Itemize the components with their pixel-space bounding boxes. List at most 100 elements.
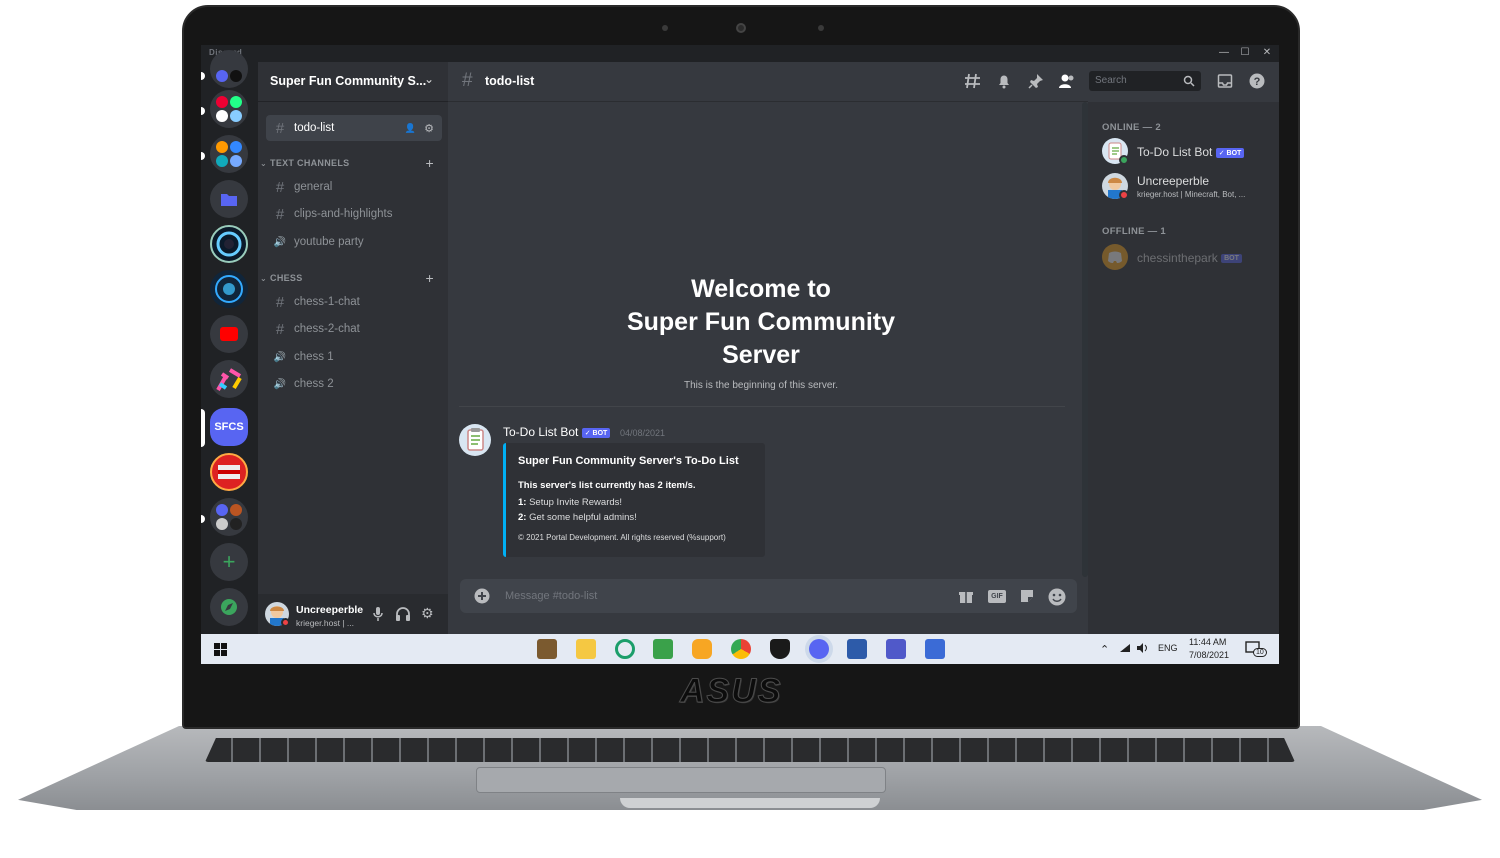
create-invite-icon[interactable]: 👤 <box>405 123 416 134</box>
bell-icon[interactable] <box>994 73 1014 91</box>
emoji-icon[interactable] <box>1048 588 1066 606</box>
category-chess[interactable]: ⌄ CHESS + <box>260 270 440 286</box>
message-embed: Super Fun Community Server's To-Do List … <box>503 443 765 557</box>
close-button[interactable]: ✕ <box>1259 46 1275 60</box>
offline-header: OFFLINE — 1 <box>1102 226 1166 237</box>
chat-header: # todo-list <box>448 62 1088 102</box>
server-icon[interactable] <box>210 360 248 398</box>
folder-icon[interactable] <box>210 180 248 218</box>
hash-icon: # <box>275 178 285 196</box>
welcome-line: Server <box>722 341 800 369</box>
chrome-icon[interactable] <box>731 639 751 659</box>
server-folder-icon[interactable] <box>210 90 248 128</box>
teams-icon[interactable] <box>886 639 906 659</box>
app-icon[interactable] <box>615 639 635 659</box>
server-folder-icon[interactable] <box>210 135 248 173</box>
pin-icon[interactable] <box>1026 73 1046 91</box>
unread-indicator <box>201 515 205 523</box>
maximize-button[interactable]: ☐ <box>1237 46 1253 60</box>
server-icon[interactable] <box>210 453 248 491</box>
server-icon-sfcs[interactable]: SFCS <box>210 408 248 446</box>
touchpad <box>476 767 886 793</box>
channel-clips-and-highlights[interactable]: # clips-and-highlights <box>266 201 442 227</box>
unread-indicator <box>201 152 205 160</box>
voice-channel-chess-1[interactable]: 🔊 chess 1 <box>266 344 442 370</box>
server-rail: SFCS + <box>201 50 258 634</box>
help-icon[interactable]: ? <box>1247 73 1267 91</box>
youtube-server-icon[interactable] <box>210 315 248 353</box>
member-activity: krieger.host | Minecraft, Bot, ... <box>1137 190 1246 199</box>
discord-default-avatar <box>1102 244 1128 270</box>
asus-logo: ASUS <box>680 672 783 711</box>
voice-channel-youtube-party[interactable]: 🔊 youtube party <box>266 229 442 255</box>
member-list-icon[interactable] <box>1057 73 1077 91</box>
wifi-icon[interactable] <box>1119 643 1131 655</box>
title-bar: Discord — ☐ ✕ <box>201 45 1279 62</box>
volume-icon[interactable] <box>1136 643 1148 655</box>
channel-title: todo-list <box>485 74 535 88</box>
message-author[interactable]: To-Do List Bot ✓ BOT <box>503 425 611 439</box>
user-panel: Uncreeperble krieger.host | ... ⚙ <box>258 594 448 634</box>
file-explorer-icon[interactable] <box>576 639 596 659</box>
headphones-icon[interactable] <box>395 606 411 622</box>
category-label: TEXT CHANNELS <box>270 158 350 168</box>
show-hidden-icons-icon[interactable]: ⌃ <box>1100 643 1109 656</box>
clock-date[interactable]: 7/08/2021 <box>1189 650 1229 660</box>
channel-chess-2-chat[interactable]: # chess-2-chat <box>266 316 442 342</box>
microphone-icon[interactable] <box>372 606 384 622</box>
channel-label: chess-1-chat <box>294 296 360 308</box>
channel-label: general <box>294 181 333 193</box>
server-header[interactable]: Super Fun Community S... ⌄ <box>258 62 448 102</box>
app-icon[interactable] <box>925 639 945 659</box>
add-attachment-icon[interactable] <box>474 588 490 609</box>
search-input[interactable]: Search <box>1089 71 1201 91</box>
sticker-icon[interactable] <box>1018 588 1036 604</box>
windows-start-icon[interactable] <box>214 643 227 661</box>
speaker-icon: 🔊 <box>273 236 287 248</box>
online-status-icon <box>1119 155 1129 165</box>
server-icon[interactable] <box>210 50 248 88</box>
language-indicator[interactable]: ENG <box>1158 643 1178 653</box>
add-channel-button[interactable]: + <box>426 270 434 286</box>
channel-chess-1-chat[interactable]: # chess-1-chat <box>266 289 442 315</box>
compass-icon <box>221 599 237 615</box>
gif-button[interactable]: GIF <box>988 590 1006 603</box>
gear-icon[interactable]: ⚙ <box>424 122 434 135</box>
discord-icon[interactable] <box>809 639 829 659</box>
notification-count: 10 <box>1253 648 1267 657</box>
add-channel-button[interactable]: + <box>426 155 434 171</box>
welcome-line: Super Fun Community <box>626 308 896 336</box>
voice-channel-chess-2[interactable]: 🔊 chess 2 <box>266 371 442 397</box>
server-icon[interactable] <box>210 225 248 263</box>
app-icon[interactable] <box>653 639 673 659</box>
embed-title: Super Fun Community Server's To-Do List <box>518 455 739 467</box>
message-timestamp: 04/08/2021 <box>620 428 666 438</box>
keyboard <box>205 738 1295 762</box>
app-icon[interactable] <box>770 639 790 659</box>
welcome-line: Welcome to <box>691 275 831 303</box>
inbox-icon[interactable] <box>1215 73 1235 91</box>
category-text-channels[interactable]: ⌄ TEXT CHANNELS + <box>260 155 440 171</box>
bot-avatar[interactable] <box>459 424 491 456</box>
minimize-button[interactable]: — <box>1216 46 1232 60</box>
bot-badge: ✓ BOT <box>1215 147 1245 158</box>
explore-servers-button[interactable] <box>210 588 248 626</box>
gift-icon[interactable] <box>957 588 975 604</box>
user-settings-gear-icon[interactable]: ⚙ <box>421 605 434 622</box>
add-server-button[interactable]: + <box>210 543 248 581</box>
channel-todo-list[interactable]: # todo-list 👤 ⚙ <box>266 115 442 141</box>
server-folder-icon[interactable] <box>210 498 248 536</box>
bot-badge: ✓ BOT <box>581 427 611 438</box>
channel-general[interactable]: # general <box>266 174 442 200</box>
embed-footer: © 2021 Portal Development. All rights re… <box>518 533 726 542</box>
clock-time[interactable]: 11:44 AM <box>1189 637 1226 647</box>
dnd-status-icon <box>1119 190 1129 200</box>
member-name: chessinthepark BOT <box>1137 251 1242 265</box>
message-input[interactable]: Message #todo-list GIF <box>460 579 1077 613</box>
app-icon[interactable] <box>692 639 712 659</box>
minecraft-icon[interactable] <box>537 639 557 659</box>
powershell-icon[interactable] <box>847 639 867 659</box>
server-icon[interactable] <box>210 270 248 308</box>
bot-badge: BOT <box>1221 254 1242 264</box>
threads-icon[interactable] <box>963 73 983 91</box>
